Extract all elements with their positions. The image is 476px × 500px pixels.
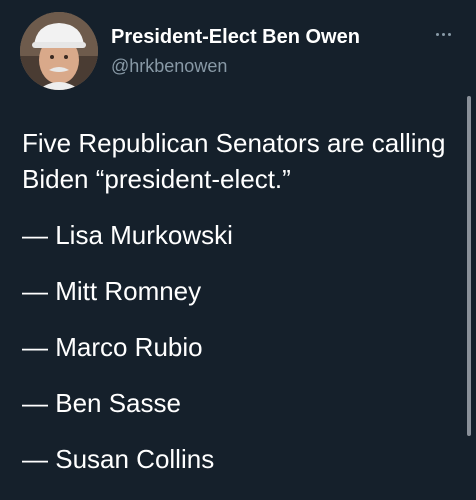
dot xyxy=(441,32,445,36)
author-display-name[interactable]: President-Elect Ben Owen xyxy=(111,26,360,49)
list-item: — Marco Rubio xyxy=(22,332,203,362)
tweet-body: Five Republican Senators are calling Bid… xyxy=(22,125,462,477)
list-item: — Ben Sasse xyxy=(22,388,181,418)
list-item: — Mitt Romney xyxy=(22,276,202,306)
tweet-intro-text: Five Republican Senators are calling Bid… xyxy=(22,128,446,194)
dot xyxy=(435,32,439,36)
scrollbar[interactable] xyxy=(467,96,471,436)
senator-list: — Lisa Murkowski — Mitt Romney — Marco R… xyxy=(22,217,462,477)
list-item: — Susan Collins xyxy=(22,444,215,474)
dot xyxy=(447,32,451,36)
more-options-icon[interactable] xyxy=(426,22,460,46)
list-item: — Lisa Murkowski xyxy=(22,220,233,250)
user-avatar-icon[interactable] xyxy=(20,12,98,90)
author-handle[interactable]: @hrkbenowen xyxy=(111,56,227,77)
tweet: President-Elect Ben Owen @hrkbenowen Fiv… xyxy=(0,0,476,500)
